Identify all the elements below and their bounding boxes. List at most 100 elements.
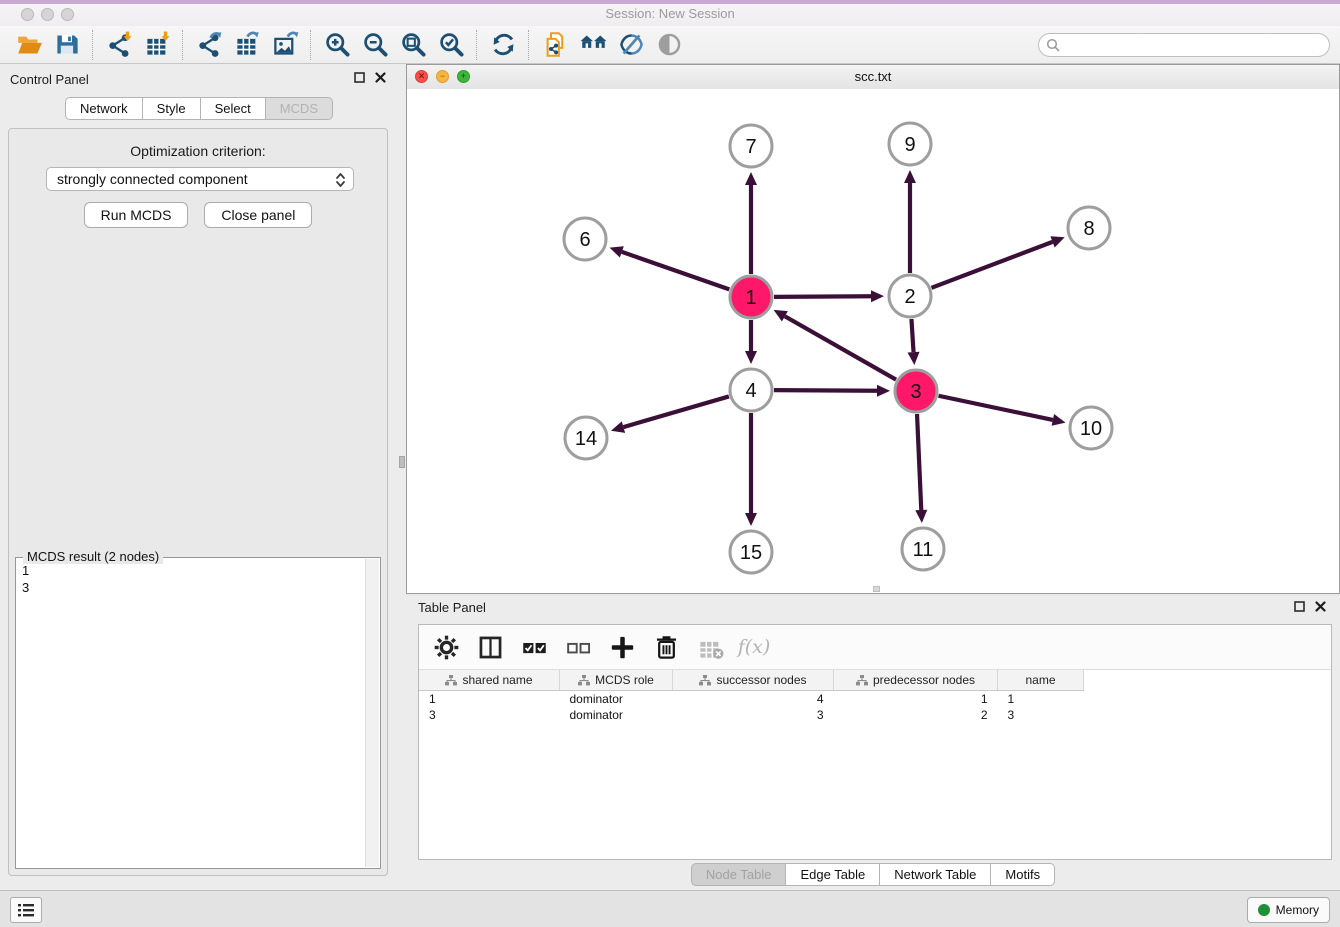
result-scrollbar[interactable] — [365, 559, 379, 867]
tab-mcds[interactable]: MCDS — [266, 97, 333, 120]
search-icon — [1046, 38, 1060, 52]
graph-edge-3-1[interactable] — [785, 316, 896, 379]
toolbar-separator — [310, 30, 312, 60]
open-session-button[interactable] — [10, 29, 48, 61]
table-cell[interactable]: 1 — [998, 691, 1084, 708]
float-panel-icon[interactable] — [354, 72, 365, 83]
network-graph[interactable]: 7968124314101511 — [407, 89, 1339, 593]
panel-divider[interactable] — [398, 64, 406, 890]
table-cell[interactable]: 2 — [834, 707, 998, 723]
arrowhead-icon — [745, 513, 757, 526]
column-header-successor-nodes[interactable]: successor nodes — [673, 670, 834, 691]
delete-row-button[interactable] — [649, 630, 683, 664]
canvas-resize-handle[interactable] — [873, 586, 880, 592]
preview-button[interactable] — [650, 29, 688, 61]
graph-node-label-3: 3 — [910, 381, 921, 403]
graph-node-label-9: 9 — [904, 134, 915, 156]
export-image-icon — [272, 31, 299, 58]
table-panel-title: Table Panel — [418, 600, 486, 615]
export-network-button[interactable] — [190, 29, 228, 61]
table-row[interactable]: 3dominator323 — [419, 707, 1084, 723]
graph-edge-3-10[interactable] — [939, 396, 1053, 420]
unselect-all-columns-button[interactable] — [561, 630, 595, 664]
arrowhead-icon — [1052, 414, 1066, 426]
graph-node-label-10: 10 — [1080, 418, 1102, 440]
graph-edge-4-14[interactable] — [623, 396, 728, 427]
search-input[interactable] — [1038, 33, 1330, 57]
save-session-button[interactable] — [48, 29, 86, 61]
arrowhead-icon — [745, 172, 757, 185]
tab-select[interactable]: Select — [201, 97, 266, 120]
table-cell[interactable]: 3 — [673, 707, 834, 723]
run-mcds-button[interactable]: Run MCDS — [84, 202, 189, 228]
show-hide-button[interactable] — [612, 29, 650, 61]
zoom-in-button[interactable] — [318, 29, 356, 61]
network-window-titlebar[interactable]: ✕ − + scc.txt — [407, 65, 1339, 90]
table-cell[interactable]: 3 — [419, 707, 560, 723]
graph-edge-1-6[interactable] — [622, 252, 729, 290]
network-view-window: ✕ − + scc.txt 7968124314101511 — [406, 64, 1340, 594]
function-builder-button: f(x) — [737, 630, 771, 664]
first-neighbors-button[interactable] — [574, 29, 612, 61]
zoom-out-button[interactable] — [356, 29, 394, 61]
graph-edge-2-3[interactable] — [911, 319, 913, 352]
table-cell[interactable]: 3 — [998, 707, 1084, 723]
column-header-shared-name[interactable]: shared name — [419, 670, 560, 691]
column-header-label: successor nodes — [716, 673, 806, 687]
graph-edge-3-11[interactable] — [917, 414, 921, 510]
zoom-fit-button[interactable] — [394, 29, 432, 61]
show-hide-icon — [618, 31, 645, 58]
hierarchy-icon — [699, 675, 711, 686]
graph-edge-1-2[interactable] — [774, 296, 871, 297]
divider-handle-icon[interactable] — [399, 456, 405, 468]
table-cell[interactable]: 4 — [673, 691, 834, 708]
table-row[interactable]: 1dominator411 — [419, 691, 1084, 708]
window-titlebar: Session: New Session — [0, 0, 1340, 27]
show-columns-button[interactable] — [473, 630, 507, 664]
graph-edge-2-8[interactable] — [932, 242, 1053, 288]
clone-network-button[interactable] — [536, 29, 574, 61]
tab-network[interactable]: Network — [65, 97, 143, 120]
task-history-button[interactable] — [10, 897, 42, 923]
arrowhead-icon — [611, 421, 625, 433]
memory-button-label: Memory — [1276, 903, 1319, 917]
network-canvas[interactable]: 7968124314101511 — [407, 89, 1339, 593]
control-panel-tabs: NetworkStyleSelectMCDS — [0, 97, 398, 120]
column-header-predecessor-nodes[interactable]: predecessor nodes — [834, 670, 998, 691]
table-cell[interactable]: dominator — [560, 691, 673, 708]
network-window-title: scc.txt — [407, 69, 1339, 84]
import-network-button[interactable] — [100, 29, 138, 61]
column-header-name[interactable]: name — [998, 670, 1084, 691]
table-cell[interactable]: 1 — [834, 691, 998, 708]
import-table-button[interactable] — [138, 29, 176, 61]
toolbar-separator — [182, 30, 184, 60]
add-row-button[interactable] — [605, 630, 639, 664]
export-image-button[interactable] — [266, 29, 304, 61]
optimization-criterion-label: Optimization criterion: — [9, 143, 387, 159]
tab-network-table[interactable]: Network Table — [880, 863, 991, 886]
node-table: shared nameMCDS role successor nodes prede… — [419, 670, 1084, 723]
export-table-button[interactable] — [228, 29, 266, 61]
apply-layout-button[interactable] — [484, 29, 522, 61]
first-neighbors-icon — [580, 31, 607, 58]
table-options-button[interactable] — [429, 630, 463, 664]
criterion-dropdown[interactable]: strongly connected component — [46, 167, 354, 191]
float-table-panel-icon[interactable] — [1294, 601, 1305, 612]
table-cell[interactable]: 1 — [419, 691, 560, 708]
close-panel-button[interactable]: Close panel — [204, 202, 312, 228]
close-table-panel-icon[interactable] — [1315, 601, 1326, 612]
tab-node-table[interactable]: Node Table — [691, 863, 787, 886]
close-panel-icon[interactable] — [375, 72, 386, 83]
graph-edge-4-3[interactable] — [774, 390, 877, 391]
tab-motifs[interactable]: Motifs — [991, 863, 1055, 886]
select-all-columns-button[interactable] — [517, 630, 551, 664]
mcds-result-box: MCDS result (2 nodes) 13 — [15, 557, 381, 869]
zoom-selected-icon — [438, 31, 465, 58]
table-cell[interactable]: dominator — [560, 707, 673, 723]
tab-style[interactable]: Style — [143, 97, 201, 120]
mcds-result-legend: MCDS result (2 nodes) — [23, 549, 163, 564]
zoom-selected-button[interactable] — [432, 29, 470, 61]
memory-button[interactable]: Memory — [1247, 897, 1330, 923]
column-header-MCDS-role[interactable]: MCDS role — [560, 670, 673, 691]
tab-edge-table[interactable]: Edge Table — [786, 863, 880, 886]
